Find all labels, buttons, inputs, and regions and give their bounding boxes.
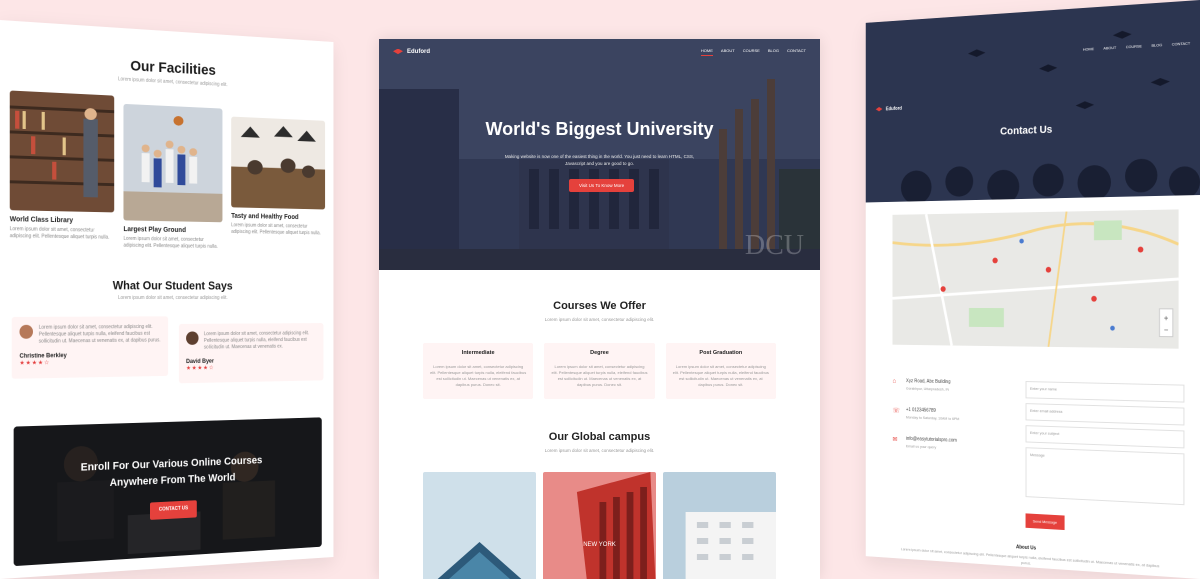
visit-us-button[interactable]: Visit Us To Know More <box>569 179 635 192</box>
course-card-intermediate[interactable]: Intermediate Lorem ipsum dolor sit amet,… <box>423 343 534 399</box>
star-rating: ★★★★☆ <box>186 365 215 372</box>
avatar <box>19 324 33 339</box>
phone-icon: ☏ <box>892 407 900 415</box>
email-row: ✉ info@easytutorialspro.com Email us your… <box>892 436 957 450</box>
campus-image[interactable]: NEW YORK <box>543 472 656 579</box>
campus-subtitle: Lorem ipsum dolor sit amet, consectetur … <box>544 448 655 453</box>
center-page-preview: DCU Eduford HOME ABOUT COURSE BLOG CONTA… <box>379 39 820 579</box>
course-desc: Lorem ipsum dolor sit amet, consectetur … <box>430 364 527 387</box>
star-rating: ★★★★☆ <box>19 360 51 367</box>
course-card-post-graduation[interactable]: Post Graduation Lorem ipsum dolor sit am… <box>665 343 776 399</box>
course-name: Intermediate <box>461 350 495 356</box>
footer-about: About Us Lorem ipsum dolor sit amet, con… <box>866 535 1200 579</box>
name-field[interactable]: Enter your name <box>1025 381 1185 403</box>
contact-form: Enter your name Enter email address Ente… <box>1025 381 1185 537</box>
course-card-degree[interactable]: Degree Lorem ipsum dolor sit amet, conse… <box>544 343 655 399</box>
course-desc: Lorem ipsum dolor sit amet, consectetur … <box>551 364 648 387</box>
facility-name: Largest Play Ground <box>123 226 186 235</box>
testimonial-card: Lorem ipsum dolor sit amet, consectetur … <box>11 316 169 379</box>
testimonial-text: Lorem ipsum dolor sit amet, consectetur … <box>38 324 161 345</box>
nav-blog[interactable]: BLOG <box>768 48 779 56</box>
send-message-button[interactable]: Send Message <box>1025 513 1065 531</box>
top-nav: Eduford HOME ABOUT COURSE BLOG CONTACT <box>379 39 820 65</box>
campus-image[interactable] <box>423 472 536 579</box>
course-name: Post Graduation <box>699 350 743 356</box>
contact-hero: HOME ABOUT COURSE BLOG CONTACT Eduford C… <box>865 0 1200 203</box>
address-row: ⌂ Xyz Road, Abc Building Gorakhpur, Uttar… <box>892 378 951 392</box>
email-field[interactable]: Enter email address <box>1025 403 1185 426</box>
contact-info: ⌂ Xyz Road, Abc Building Gorakhpur, Uttar… <box>892 378 1007 527</box>
library-image <box>9 90 115 213</box>
facility-name: World Class Library <box>9 216 74 225</box>
site-logo[interactable]: Eduford <box>393 48 430 56</box>
nav-home[interactable]: HOME <box>700 48 713 56</box>
testimonial-card: Lorem ipsum dolor sit amet, consectetur … <box>178 323 324 384</box>
mail-icon: ✉ <box>892 436 898 444</box>
hero-section: DCU Eduford HOME ABOUT COURSE BLOG CONTA… <box>379 39 820 270</box>
right-page-preview: HOME ABOUT COURSE BLOG CONTACT Eduford C… <box>865 0 1200 579</box>
nav-about[interactable]: ABOUT <box>1103 45 1116 51</box>
facility-card[interactable]: Largest Play Ground Lorem ipsum dolor si… <box>123 103 223 251</box>
testimonial-subtitle: Lorem ipsum dolor sit amet, consectetur … <box>118 295 228 301</box>
avatar <box>186 331 199 345</box>
svg-text:+: + <box>1164 313 1169 322</box>
instagram-icon[interactable]: ◎ <box>1027 572 1031 578</box>
facility-desc: Lorem ipsum dolor sit amet, consectetur … <box>231 222 321 237</box>
phone-row: ☏ +1 0123456789 Monday to Saturday, 10AM … <box>892 407 960 422</box>
facebook-icon[interactable]: f <box>1010 571 1011 577</box>
nav-home[interactable]: HOME <box>1083 46 1094 52</box>
facilities-section: Our Facilities Lorem ipsum dolor sit ame… <box>0 50 333 252</box>
svg-text:−: − <box>1164 325 1169 334</box>
nav-course[interactable]: COURSE <box>743 48 760 56</box>
subject-field[interactable]: Enter your subject <box>1025 425 1185 449</box>
course-desc: Lorem ipsum dolor sit amet, consectetur … <box>672 364 769 387</box>
facility-card[interactable]: World Class Library Lorem ipsum dolor si… <box>9 90 115 249</box>
nav-contact[interactable]: CONTACT <box>1172 41 1190 47</box>
site-logo[interactable]: Eduford <box>876 106 902 113</box>
facility-desc: Lorem ipsum dolor sit amet, consectetur … <box>9 226 110 241</box>
playground-image <box>123 103 223 223</box>
courses-title: Courses We Offer <box>553 300 646 312</box>
testimonial-text: Lorem ipsum dolor sit amet, consectetur … <box>203 330 309 351</box>
contact-us-button[interactable]: CONTACT US <box>149 500 197 520</box>
campus-title: Our Global campus <box>548 431 651 443</box>
food-image <box>231 116 326 210</box>
campus-image[interactable] <box>663 472 776 579</box>
facility-name: Tasty and Healthy Food <box>231 212 299 221</box>
nav-course[interactable]: COURSE <box>1126 43 1142 49</box>
left-page-preview: Our Facilities Lorem ipsum dolor sit ame… <box>0 20 334 579</box>
enroll-banner: Enroll For Our Various Online Courses An… <box>13 417 322 567</box>
graduation-cap-icon <box>876 107 883 113</box>
courses-subtitle: Lorem ipsum dolor sit amet, consectetur … <box>544 317 655 322</box>
testimonial-title: What Our Student Says <box>112 278 233 293</box>
graduation-cap-icon <box>393 48 403 55</box>
nav-contact[interactable]: CONTACT <box>787 48 806 56</box>
hero-title: World's Biggest University <box>485 119 714 139</box>
course-name: Degree <box>590 350 609 356</box>
watermark-text: DCU <box>744 230 804 261</box>
graduation-background <box>865 0 1200 203</box>
home-icon: ⌂ <box>892 378 897 385</box>
linkedin-icon[interactable]: in <box>1038 573 1042 579</box>
map-embed[interactable]: + − <box>892 209 1179 349</box>
nav-about[interactable]: ABOUT <box>721 48 735 56</box>
hero-subtitle: Making website is now one of the easiest… <box>504 154 695 167</box>
twitter-icon[interactable]: t <box>1019 571 1020 577</box>
message-field[interactable]: Message <box>1025 447 1185 506</box>
facility-desc: Lorem ipsum dolor sit amet, consectetur … <box>123 235 218 250</box>
facility-card[interactable]: Tasty and Healthy Food Lorem ipsum dolor… <box>231 116 326 252</box>
campus-label: NEW YORK <box>583 542 616 548</box>
nav-blog[interactable]: BLOG <box>1151 42 1162 48</box>
testimonial-section: What Our Student Says Lorem ipsum dolor … <box>0 278 333 387</box>
